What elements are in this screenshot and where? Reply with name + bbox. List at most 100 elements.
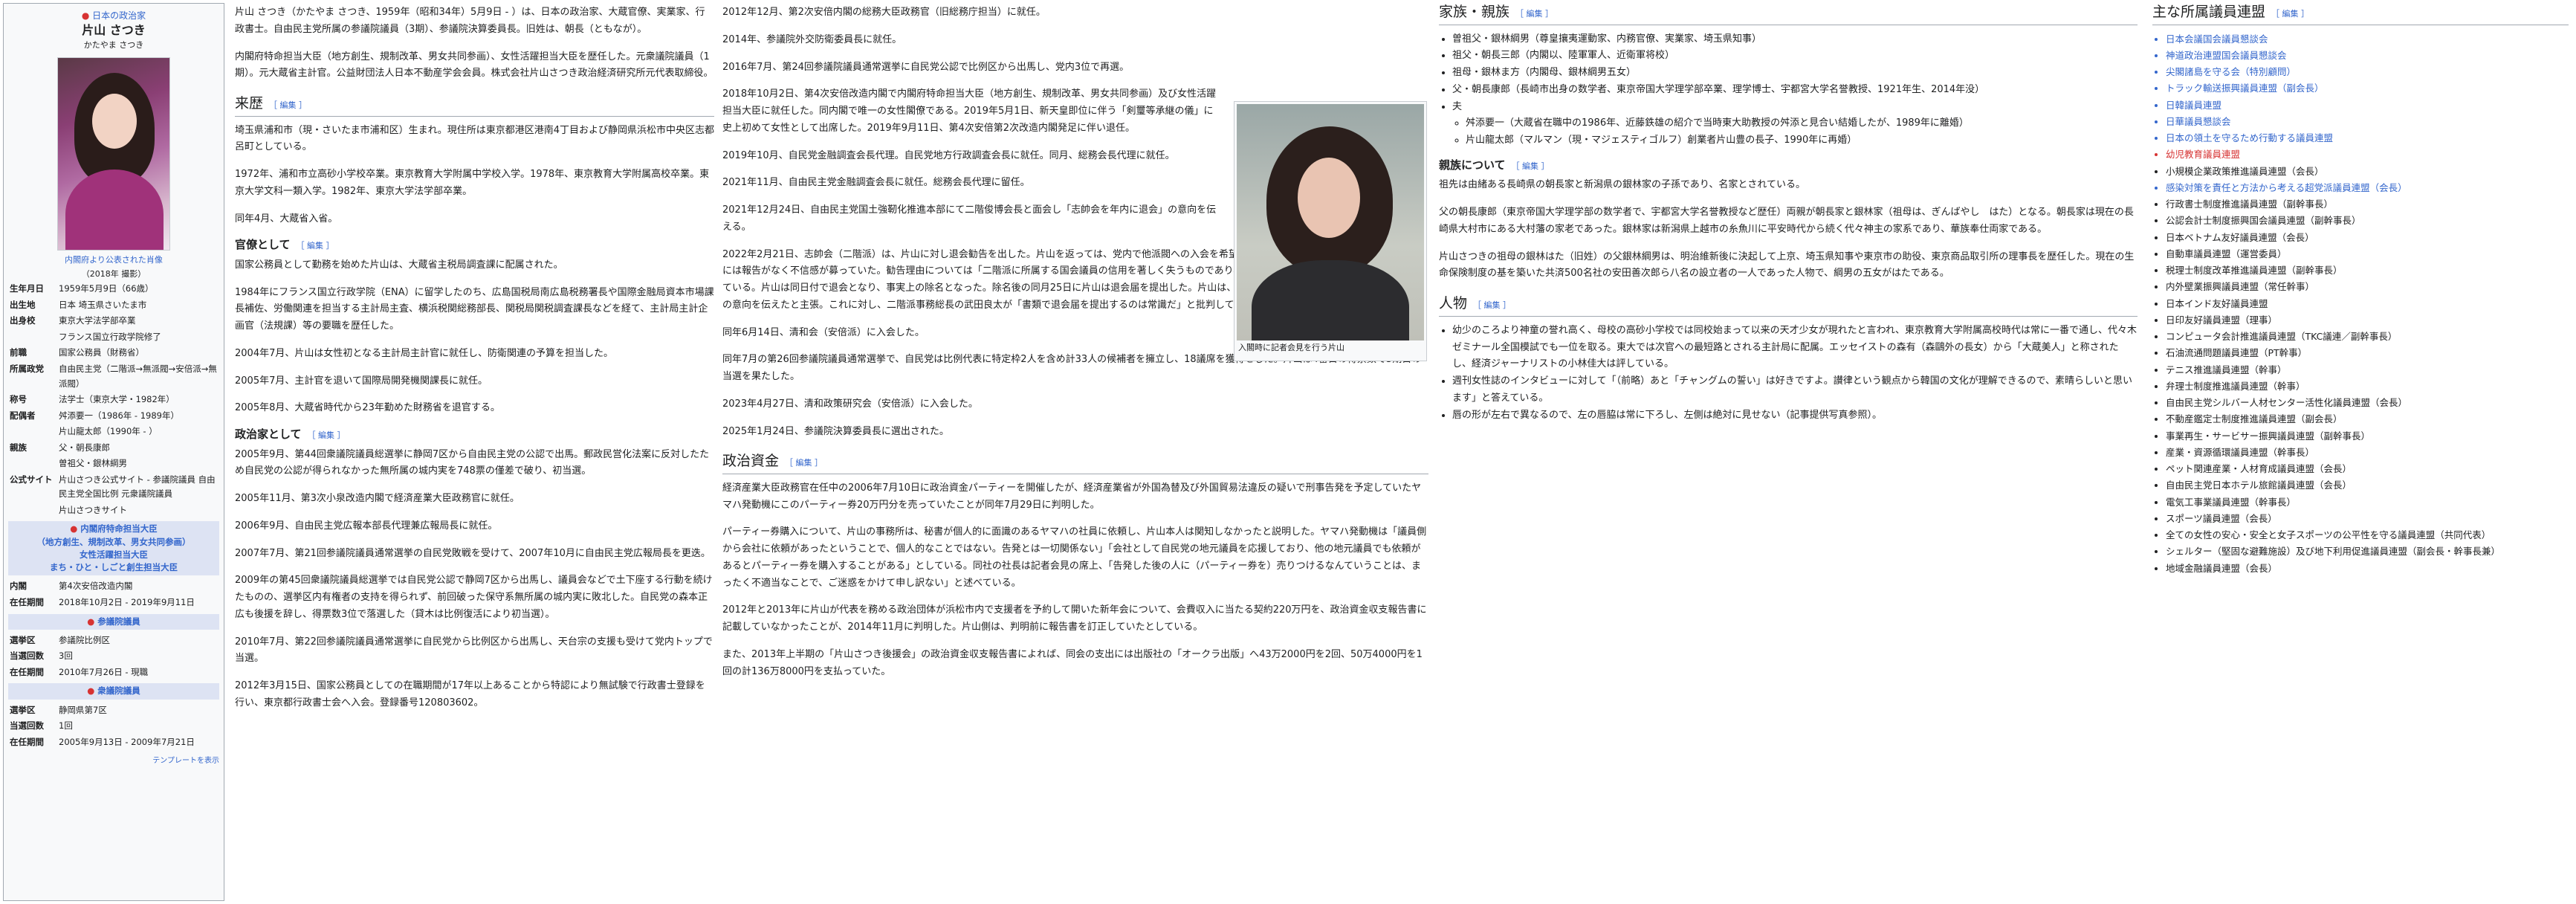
edit-link[interactable]: ［ 編集 ］: [269, 100, 307, 110]
caucus-item: 行政書士制度推進議員連盟（副幹事長）: [2166, 196, 2569, 213]
press-conference-photo[interactable]: 入閣時に記者会見を行う片山: [1234, 101, 1427, 361]
infobox-row: 選挙区 静岡県第7区: [8, 703, 219, 719]
infobox-row: フランス国立行政学院修了: [8, 329, 219, 346]
family-list: 曽祖父・銀林綱男（尊皇攘夷運動家、内務官僚、実業家、埼玉県知事） 祖父・朝長三郎…: [1439, 31, 2138, 149]
paragraph: 2016年7月、第24回参議院議員通常選挙に自民党公認で比例区から出馬し、党内3…: [722, 61, 1130, 73]
paragraph: 2005年9月、第44回衆議院議員総選挙に静岡7区から自由民主党の公認で出馬。郵…: [235, 448, 710, 477]
caucus-item[interactable]: 日韓議員連盟: [2166, 97, 2569, 114]
infobox-row-label: 内閣: [10, 581, 27, 592]
paragraph: 2012年と2013年に片山が代表を務める政治団体が浜松市内で支援者を予約して開…: [722, 604, 1427, 633]
infobox: ● 日本の政治家 片山 さつき かたやま さつき 内閣府より公表された肖像 （2…: [3, 3, 224, 901]
edit-link[interactable]: ［ 編集 ］: [1512, 161, 1550, 171]
infobox-row-value: 参議院比例区: [59, 634, 110, 645]
minister-title-line[interactable]: 内閣府特命担当大臣: [80, 523, 158, 534]
column-1: 片山 さつき（かたやま さつき、1959年（昭和34年）5月9日 - ）は、日本…: [235, 0, 714, 723]
caucus-item: 日本インド友好議員連盟: [2166, 296, 2569, 312]
infobox-row: 当選回数 3回: [8, 648, 219, 665]
infobox-row-label: [8, 424, 57, 440]
paragraph: 片山さつきの祖母の銀林はた（旧姓）の父銀林綱男は、明治維新後に決起して上京、埼玉…: [1439, 251, 2135, 280]
infobox-row-value: 自由民主党（二階派→無派閥→安倍派→無派閥）: [59, 363, 217, 389]
paragraph: 2005年8月、大蔵省時代から23年勤めた財務省を退官する。: [235, 402, 500, 414]
infobox-minister-table: 内閣 第4次安倍改造内閣 在任期間 2018年10月2日 - 2019年9月11日: [8, 578, 219, 610]
infobox-row: 生年月日 1959年5月9日（66歳）: [8, 281, 219, 297]
list-item: 片山龍太郎（マルマン（現・マジェスティゴルフ）創業者片山豊の長子、1990年に再…: [1466, 132, 2138, 149]
lead-paragraph: 片山 さつき（かたやま さつき、1959年（昭和34年）5月9日 - ）は、日本…: [235, 7, 705, 35]
paragraph: 2005年11月、第3次小泉改造内閣で経済産業大臣政務官に就任。: [235, 493, 520, 505]
caucus-item[interactable]: 日本会議国会議員懇談会: [2166, 31, 2569, 48]
caucus-item: 石油流通問題議員連盟（PT幹事）: [2166, 345, 2569, 361]
infobox-row: 公式サイト 片山さつき公式サイト - 参議院議員 自由民主党全国比例 元衆議院議員: [8, 472, 219, 503]
infobox-row-label: 在任期間: [10, 736, 44, 747]
list-item: 父・朝長康郎（長崎市出身の数学者、東京帝国大学理学部卒業、理学博士、宇都宮大学名…: [1452, 82, 2138, 99]
edit-link[interactable]: ［ 編集 ］: [785, 458, 823, 468]
infobox-row-value: 1回: [59, 720, 73, 732]
caucus-item[interactable]: トラック輸送振興議員連盟（副会長）: [2166, 80, 2569, 97]
infobox-row: 曽祖父・銀林綱男: [8, 456, 219, 472]
infobox-row-label: 当選回数: [10, 650, 44, 662]
edit-link[interactable]: ［ 編集 ］: [1473, 300, 1511, 310]
heading-caucuses: 主な所属議員連盟 ［ 編集 ］: [2152, 3, 2569, 25]
caucus-item[interactable]: 日華議員懇談会: [2166, 114, 2569, 130]
caucus-item: コンピュータ会計推進議員連盟（TKC議連／副幹事長）: [2166, 329, 2569, 345]
paragraph: 2009年の第45回衆議院議員総選挙では自民党公認で静岡7区から出馬し、議員会な…: [235, 575, 713, 620]
edit-link[interactable]: ［ 編集 ］: [1515, 9, 1553, 19]
paragraph: 2019年10月、自民党金融調査会長代理。自民党地方行政調査会長に就任。同月、総…: [722, 149, 1175, 161]
edit-link[interactable]: ［ 編集 ］: [308, 430, 346, 440]
caucus-item: 公認会計士制度振興国会議員連盟（副幹事長）: [2166, 213, 2569, 229]
caucus-item: 地域金融議員連盟（会長）: [2166, 561, 2569, 577]
paragraph: 2023年4月27日、清和政策研究会（安倍派）に入会した。: [722, 398, 978, 410]
infobox-row: 当選回数 1回: [8, 718, 219, 734]
caucus-item[interactable]: 尖閣諸島を守る会（特別顧問）: [2166, 64, 2569, 80]
infobox-row-value: 2010年7月26日 - 現職: [59, 666, 149, 677]
column-3: 家族・親族［ 編集 ］ 曽祖父・銀林綱男（尊皇攘夷運動家、内務官僚、実業家、埼玉…: [1439, 0, 2138, 431]
heading-person: 人物 ［ 編集 ］: [1439, 294, 2138, 317]
infobox-row-label: 在任期間: [10, 666, 44, 677]
infobox-category[interactable]: 日本の政治家: [92, 10, 146, 21]
infobox-row-label: 生年月日: [10, 283, 44, 294]
paragraph: 国家公務員として勤務を始めた片山は、大蔵省主税局調査課に配属された。: [235, 259, 563, 271]
infobox-row-label: 出生地: [10, 299, 36, 310]
paragraph: 2005年7月、主計官を退いて国際局開発機関課長に就任。: [235, 375, 488, 387]
minister-title-line[interactable]: まち・ひと・しごと創生担当大臣: [50, 562, 178, 572]
infobox-row-label: 在任期間: [10, 597, 44, 607]
template-link[interactable]: テンプレートを表示: [8, 755, 219, 767]
minister-title-line[interactable]: （地方創生、規制改革、男女共同参画）: [37, 537, 191, 547]
infobox-row-label: 前職: [10, 347, 27, 358]
list-item: 祖母・銀林ま方（内閣母、銀林綱男五女）: [1452, 65, 2138, 82]
infobox-row-label: [8, 329, 57, 346]
infobox-row: 親族 父・朝長康郎: [8, 440, 219, 456]
caucus-item[interactable]: 幼児教育議員連盟: [2166, 146, 2569, 163]
edit-link[interactable]: ［ 編集 ］: [297, 241, 334, 251]
infobox-row-label: 公式サイト: [10, 474, 53, 485]
paragraph: 2007年7月、第21回参議院議員通常選挙の自民党敗戦を受けて、2007年10月…: [235, 547, 711, 559]
caucus-item[interactable]: 神道政治連盟国会議員懇談会: [2166, 48, 2569, 64]
paragraph: 2010年7月、第22回参議院議員通常選挙に自民党から比例区から出馬し、天台宗の…: [235, 636, 713, 665]
caucus-item: シェルター（堅固な避難施設）及び地下利用促進議員連盟（副会長・幹事長兼）: [2166, 543, 2569, 560]
list-item: 唇の形が左右で異なるので、左の唇脇は常に下ろし、左側は絶対に見せない（記事提供写…: [1452, 407, 2138, 424]
heading-politician: 政治家として ［ 編集 ］: [235, 427, 346, 442]
minister-title-line[interactable]: 女性活躍担当大臣: [80, 549, 148, 560]
person-list: 幼少のころより神童の誉れ高く、母校の高砂小学校では同校始まって以来の天才少女が現…: [1439, 323, 2138, 424]
caucus-item: 全ての女性の安心・安全と女子スポーツの公平性を守る議員連盟（共同代表）: [2166, 527, 2569, 543]
edit-link[interactable]: ［ 編集 ］: [2271, 9, 2309, 19]
heading-bureaucrat: 官僚として ［ 編集 ］: [235, 238, 334, 252]
portrait-image[interactable]: [57, 56, 170, 251]
infobox-representative-table: 選挙区 静岡県第7区 当選回数 1回 在任期間 2005年9月13日 - 2009年7月2…: [8, 703, 219, 751]
column-4: 主な所属議員連盟［ 編集 ］ 日本会議国会議員懇談会神道政治連盟国会議員懇談会尖…: [2152, 0, 2569, 584]
infobox-row: 配偶者 舛添要一（1986年 - 1989年）: [8, 408, 219, 424]
infobox-row: 片山龍太郎（1990年 - ）: [8, 424, 219, 440]
paragraph: 父の朝長康郎（東京帝国大学理学部の数学者で、宇都宮大学名誉教授など歴任）両親が朝…: [1439, 207, 2134, 235]
paragraph: 2021年11月、自由民主党金融調査会長に就任。総務会長代理に留任。: [722, 177, 1030, 189]
caucus-item[interactable]: 感染対策を責任と方法から考える超党派議員連盟（会長）: [2166, 180, 2569, 196]
paragraph: 2012年12月、第2次安倍内閣の総務大臣政務官（旧総務庁担当）に就任。: [722, 7, 1046, 18]
infobox-table: 生年月日 1959年5月9日（66歳） 出生地 日本 埼玉県さいたま市 出身校 東京大学法…: [8, 281, 219, 518]
photo-caption: 入閣時に記者会見を行う片山: [1238, 343, 1344, 352]
caucus-item[interactable]: 日本の領土を守るため行動する議員連盟: [2166, 130, 2569, 146]
infobox-row-value: 曽祖父・銀林綱男: [59, 458, 127, 469]
infobox-row-label: 選挙区: [10, 704, 36, 715]
infobox-row-value: 父・朝長康郎: [59, 442, 110, 453]
infobox-row: 選挙区 参議院比例区: [8, 633, 219, 649]
infobox-row-value: 3回: [59, 650, 73, 662]
caucus-item: 不動産鑑定士制度推進議員連盟（副会長）: [2166, 411, 2569, 427]
infobox-row-label: 出身校: [10, 315, 36, 326]
